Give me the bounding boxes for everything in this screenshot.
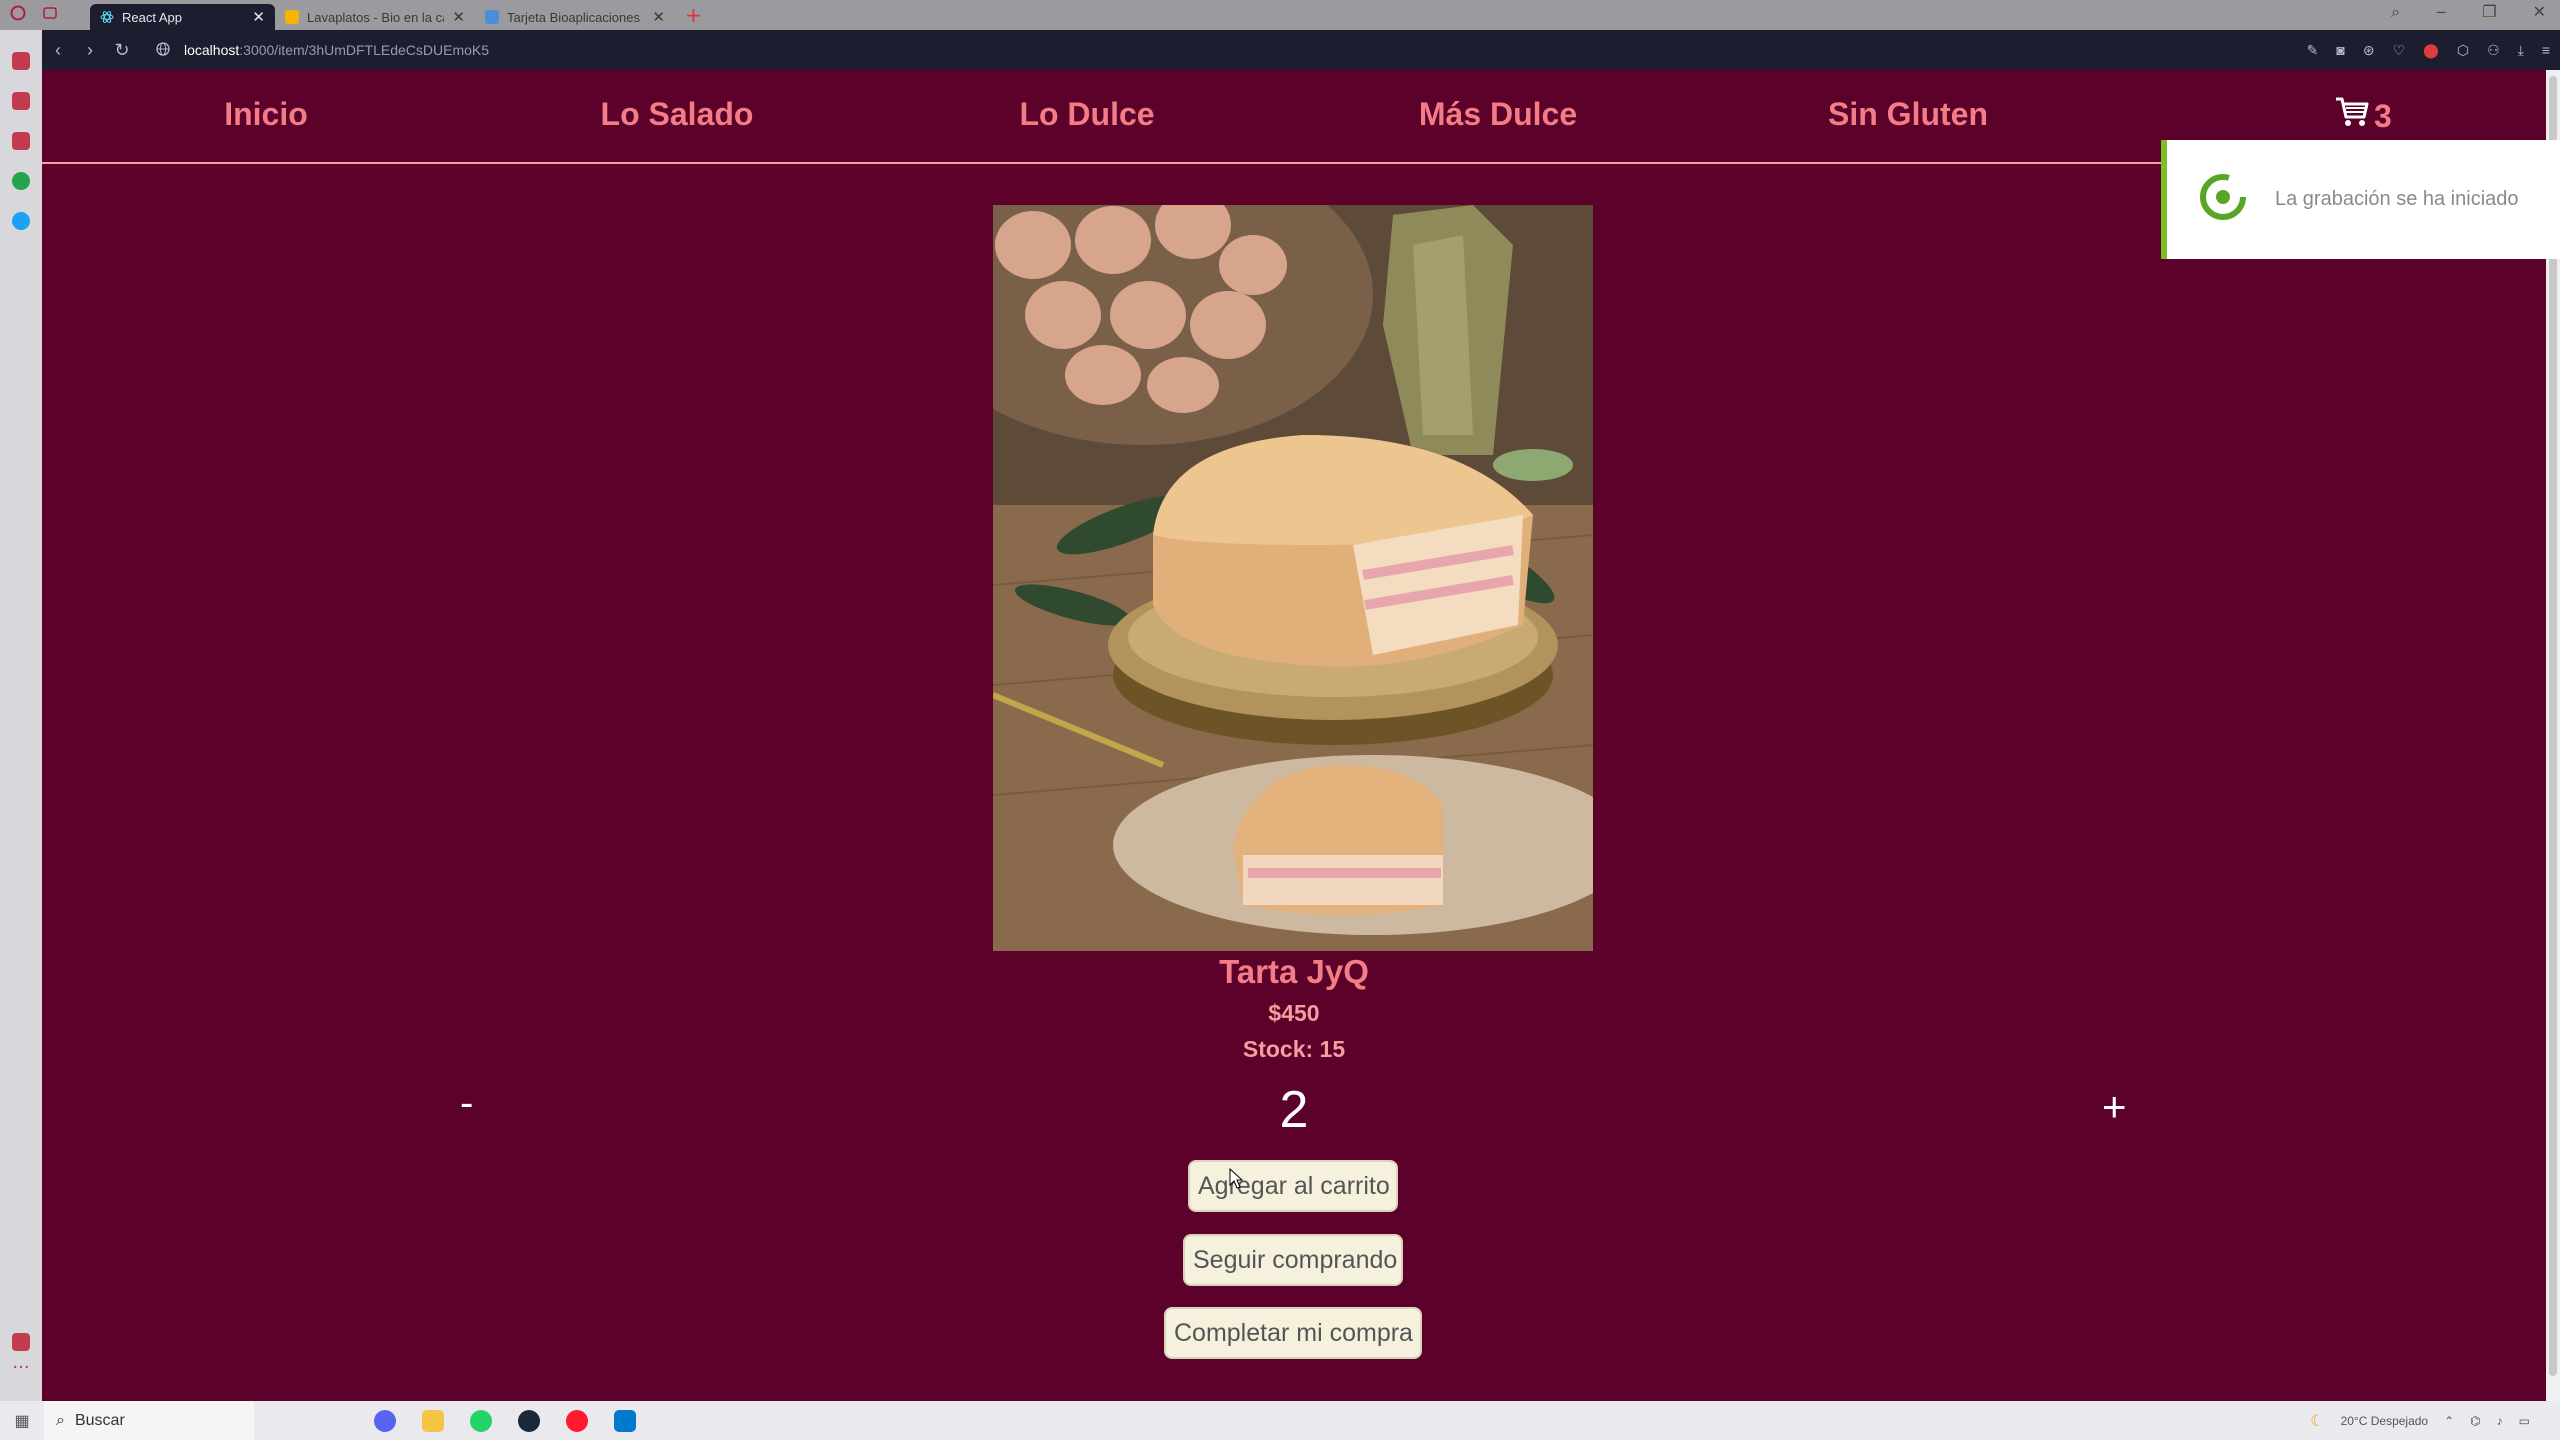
- nav-item-sin-gluten[interactable]: Sin Gluten: [1828, 96, 1988, 133]
- search-tabs-icon[interactable]: ⌕: [2391, 2, 2400, 22]
- nav-item-lo-dulce[interactable]: Lo Dulce: [1019, 96, 1154, 133]
- heart-icon[interactable]: ♡: [2393, 42, 2406, 59]
- tray-arrow-icon[interactable]: ⌃: [2444, 1414, 2454, 1428]
- mouse-cursor: [1229, 1167, 1244, 1194]
- product-price: $450: [1268, 1000, 1320, 1026]
- weather-icon[interactable]: ☾: [2310, 1411, 2324, 1431]
- close-window-button[interactable]: ✕: [2533, 2, 2546, 22]
- product-stock: Stock: 15: [1242, 1036, 1346, 1062]
- add-to-cart-button[interactable]: Agregar al carrito: [1188, 1160, 1398, 1212]
- cart-widget[interactable]: 3: [2334, 96, 2392, 136]
- forward-button[interactable]: ›: [74, 40, 106, 61]
- close-tab-icon[interactable]: ✕: [652, 10, 665, 25]
- address-bar: ‹ › ↻ localhost:3000/item/3hUmDFTLEdeCsD…: [42, 30, 2560, 70]
- page-content: Inicio Lo Salado Lo Dulce Más Dulce Sin …: [42, 70, 2546, 1401]
- system-tray: ☾ 20°C Despejado ⌃ ⌬ ♪ ▭: [2310, 1411, 2530, 1431]
- extensions-icon[interactable]: ⬡: [2457, 42, 2469, 59]
- maximize-button[interactable]: ❐: [2482, 2, 2496, 22]
- messenger-icon[interactable]: [12, 92, 30, 110]
- browser-menu[interactable]: [0, 5, 90, 25]
- new-tab-button[interactable]: +: [685, 3, 702, 27]
- keep-shopping-button[interactable]: Seguir comprando: [1183, 1234, 1403, 1286]
- browser-tab-bar: React App ✕ Lavaplatos - Bio en la casa …: [0, 0, 2560, 30]
- tab-title: Lavaplatos - Bio en la casa - G: [307, 9, 444, 25]
- opera-icon[interactable]: [566, 1409, 588, 1432]
- close-tab-icon[interactable]: ✕: [452, 10, 465, 25]
- taskbar-apps: [374, 1409, 636, 1432]
- vscode-icon[interactable]: [614, 1409, 636, 1432]
- whatsapp-icon[interactable]: [470, 1409, 492, 1432]
- menu-icon[interactable]: ≡: [2542, 42, 2550, 59]
- settings-icon[interactable]: [12, 1333, 30, 1351]
- steam-icon[interactable]: [518, 1409, 540, 1432]
- taskbar-search[interactable]: ⌕ Buscar: [44, 1401, 254, 1440]
- opera-logo-icon[interactable]: [10, 5, 26, 25]
- tab-title: Tarjeta Bioaplicaciones - Asocia: [507, 9, 644, 25]
- camera-icon[interactable]: ◙: [2336, 42, 2344, 59]
- tab-react-app[interactable]: React App ✕: [90, 4, 275, 30]
- twitter-icon[interactable]: [12, 212, 30, 230]
- shopping-cart-icon[interactable]: [2334, 96, 2370, 136]
- page-scrollbar[interactable]: [2546, 70, 2560, 1401]
- weather-text[interactable]: 20°C Despejado: [2341, 1414, 2429, 1428]
- url-host: localhost: [184, 42, 240, 58]
- os-taskbar: ▦ ⌕ Buscar ☾ 20°C Despejado ⌃ ⌬ ♪ ▭: [0, 1401, 2560, 1440]
- browser-toolbar: ✎ ◙ ⊛ ♡ ⬤ ⬡ ⚇ ⤓ ≡: [2307, 42, 2550, 59]
- toast-message: La grabación se ha iniciado: [2275, 188, 2519, 210]
- workspaces-icon[interactable]: [42, 5, 58, 25]
- window-controls: ⌕ ‒ ❐ ✕: [2391, 2, 2546, 22]
- nav-item-lo-salado[interactable]: Lo Salado: [601, 96, 754, 133]
- profile-icon[interactable]: ⚇: [2487, 42, 2500, 59]
- site-favicon-icon: [485, 10, 499, 24]
- adblock-icon[interactable]: ⬤: [2423, 42, 2439, 59]
- notification-icon[interactable]: ▭: [2519, 1414, 2530, 1428]
- nav-item-inicio[interactable]: Inicio: [224, 96, 308, 133]
- tab-lavaplatos[interactable]: Lavaplatos - Bio en la casa - G ✕: [275, 4, 475, 30]
- back-button[interactable]: ‹: [42, 40, 74, 61]
- vpn-icon[interactable]: ⊛: [2363, 42, 2375, 59]
- search-icon: ⌕: [56, 1411, 65, 1429]
- url-path: :3000/item/3hUmDFTLEdeCsDUEmoK5: [239, 42, 490, 58]
- recording-icon: [2195, 169, 2251, 231]
- aria-icon[interactable]: [12, 52, 30, 70]
- tab-title: React App: [122, 9, 182, 25]
- reload-button[interactable]: ↻: [106, 40, 138, 61]
- volume-icon[interactable]: ♪: [2497, 1414, 2503, 1428]
- react-logo-icon: [100, 10, 114, 24]
- download-icon[interactable]: ⤓: [2518, 42, 2524, 59]
- nav-item-mas-dulce[interactable]: Más Dulce: [1419, 96, 1577, 133]
- cart-count: 3: [2374, 97, 2392, 134]
- increment-button[interactable]: +: [2096, 1082, 2133, 1132]
- site-favicon-icon: [285, 10, 299, 24]
- tab-tarjeta[interactable]: Tarjeta Bioaplicaciones - Asocia ✕: [475, 4, 675, 30]
- quantity-value: 2: [1279, 1081, 1309, 1139]
- player-icon[interactable]: [12, 132, 30, 150]
- browser-sidebar: ···: [0, 30, 42, 1401]
- minimize-button[interactable]: ‒: [2436, 2, 2446, 22]
- whatsapp-icon[interactable]: [12, 172, 30, 190]
- taskbar-search-input[interactable]: Buscar: [75, 1412, 125, 1430]
- site-info-icon[interactable]: [156, 41, 170, 59]
- product-image: [993, 205, 1593, 951]
- discord-icon[interactable]: [374, 1409, 396, 1432]
- url-field[interactable]: localhost:3000/item/3hUmDFTLEdeCsDUEmoK5: [156, 41, 490, 59]
- close-tab-icon[interactable]: ✕: [252, 10, 265, 25]
- scrollbar-thumb[interactable]: [2549, 76, 2557, 1376]
- recording-toast: La grabación se ha iniciado: [2161, 140, 2560, 259]
- file-explorer-icon[interactable]: [422, 1409, 444, 1432]
- more-icon[interactable]: ···: [12, 1359, 30, 1381]
- product-name: Tarta JyQ: [1219, 953, 1369, 990]
- start-button[interactable]: ▦: [0, 1411, 44, 1431]
- network-icon[interactable]: ⌬: [2470, 1414, 2480, 1428]
- checkout-button[interactable]: Completar mi compra: [1164, 1307, 1422, 1359]
- edit-icon[interactable]: ✎: [2307, 42, 2319, 59]
